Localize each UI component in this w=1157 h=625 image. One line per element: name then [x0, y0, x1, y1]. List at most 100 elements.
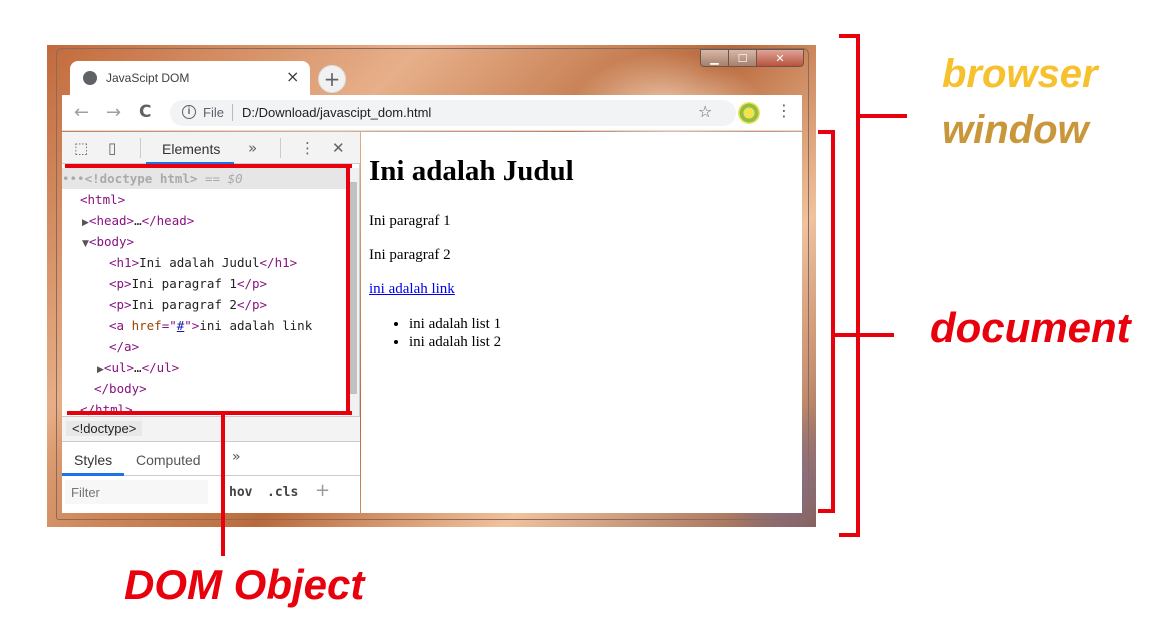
p-close-tag: </p>	[236, 276, 268, 291]
dom-node-ul[interactable]: ▶<ul>…</ul>	[97, 357, 179, 378]
dom-node-p1[interactable]: <p>Ini paragraf 1</p>	[109, 273, 267, 294]
head-ellipsis: …	[134, 213, 142, 228]
body-open-tag: <body>	[88, 234, 135, 249]
dom-node-head[interactable]: ▶<head>…</head>	[82, 210, 194, 231]
new-tab-button[interactable]: +	[318, 65, 346, 93]
device-toolbar-icon[interactable]: ▯	[108, 139, 116, 157]
breadcrumb: <!doctype>	[62, 416, 360, 442]
breadcrumb-item-doctype[interactable]: <!doctype>	[66, 421, 143, 436]
dom-node-a-close[interactable]: </a>	[109, 336, 139, 357]
forward-icon[interactable]: →	[106, 102, 121, 123]
dom-node-h1[interactable]: <h1>Ini adalah Judul</h1>	[109, 252, 297, 273]
p1-text: Ini paragraf 1	[131, 276, 237, 291]
page-paragraph-2: Ini paragraf 2	[369, 247, 451, 263]
h1-close-tag: </h1>	[259, 255, 298, 270]
head-open-tag: <head>	[88, 213, 135, 228]
globe-icon	[83, 71, 97, 85]
new-style-rule-icon[interactable]: +	[315, 480, 330, 501]
head-close-tag: </head>	[141, 213, 195, 228]
page-viewport: Ini adalah Judul Ini paragraf 1 Ini para…	[361, 132, 802, 513]
dom-node-a[interactable]: <a href="#">ini adalah link	[109, 315, 312, 336]
body-close-tag: </body>	[94, 381, 147, 396]
a-text: ini adalah link	[199, 318, 313, 333]
ellipsis-icon: •••	[62, 171, 85, 186]
html-open-tag: <html>	[80, 192, 126, 207]
inspect-element-icon[interactable]: ⬚	[74, 139, 88, 157]
attr-equals: ="	[161, 318, 177, 333]
dom-box-bottom-edge	[67, 411, 352, 415]
hov-toggle[interactable]: hov	[229, 485, 252, 500]
tab-title: JavaScipt DOM	[106, 71, 190, 85]
document-label: document	[930, 304, 1131, 351]
dom-box-right-edge	[346, 164, 350, 414]
close-window-button[interactable]: ✕	[757, 50, 803, 66]
window-controls: ▁ ☐ ✕	[700, 49, 804, 67]
dom-pointer-line	[221, 413, 225, 556]
page-list: ini adalah list 1 ini adalah list 2	[409, 315, 501, 351]
browser-toolbar: ← → C i File D:/Download/javascipt_dom.h…	[62, 95, 802, 131]
browser-tab[interactable]: JavaScipt DOM ×	[70, 61, 310, 95]
profile-avatar[interactable]	[738, 102, 760, 124]
ul-open-tag: <ul>	[103, 360, 135, 375]
browser-bracket-tick	[859, 114, 907, 118]
browser-window-label-line1: browser	[942, 52, 1098, 96]
dom-node-p2[interactable]: <p>Ini paragraf 2</p>	[109, 294, 267, 315]
document-bracket-bottom	[818, 509, 835, 513]
devtools-close-icon[interactable]: ✕	[332, 139, 345, 157]
minimize-button[interactable]: ▁	[701, 50, 729, 66]
info-icon[interactable]: i	[182, 105, 196, 119]
styles-tabbar: Styles Computed »	[62, 442, 360, 476]
dom-node-body[interactable]: ▼<body>	[82, 231, 134, 252]
expand-triangle-icon[interactable]: ▶	[82, 218, 89, 228]
styles-filter-input[interactable]	[65, 480, 208, 504]
attr-end: ">	[184, 318, 200, 333]
devtools-toolbar: ⬚ ▯ Elements » ⋮ ✕	[62, 132, 360, 164]
maximize-button[interactable]: ☐	[729, 50, 757, 66]
collapse-triangle-icon[interactable]: ▼	[82, 239, 89, 249]
dom-node-html[interactable]: <html>	[80, 189, 125, 210]
dom-node-body-close[interactable]: </body>	[94, 378, 147, 399]
toolbar-divider	[280, 138, 281, 158]
more-panes-icon[interactable]: »	[232, 449, 241, 465]
browser-window-label-line2: window	[942, 108, 1089, 152]
address-bar[interactable]: i File D:/Download/javascipt_dom.html ☆	[170, 100, 736, 126]
p-open-tag: <p>	[109, 276, 132, 291]
p-close-tag: </p>	[236, 297, 268, 312]
selected-marker: == $0	[197, 171, 243, 186]
expand-triangle-icon[interactable]: ▶	[97, 365, 104, 375]
doctype-text: <!doctype html>	[84, 171, 198, 186]
url-separator	[232, 104, 233, 121]
tab-styles[interactable]: Styles	[74, 452, 112, 468]
styles-filter-row: hov .cls +	[62, 476, 360, 513]
dom-box-top-edge	[65, 164, 352, 168]
back-icon[interactable]: ←	[74, 102, 89, 123]
browser-bracket-spine	[856, 34, 860, 537]
cls-toggle[interactable]: .cls	[267, 485, 298, 500]
scrollbar-thumb[interactable]	[350, 182, 357, 394]
dom-tree: •••<!doctype html> == $0 <html> ▶<head>……	[62, 168, 348, 416]
browser-menu-icon[interactable]: ⋮	[776, 101, 792, 120]
tab-computed[interactable]: Computed	[136, 452, 201, 468]
url-scheme-label: File	[203, 105, 224, 120]
a-close-tag: </a>	[109, 339, 140, 354]
list-item: ini adalah list 1	[409, 315, 501, 333]
h1-text: Ini adalah Judul	[139, 255, 260, 270]
bookmark-star-icon[interactable]: ☆	[698, 102, 712, 121]
url-text[interactable]: D:/Download/javascipt_dom.html	[242, 105, 431, 120]
tab-elements[interactable]: Elements	[162, 141, 220, 157]
more-tabs-icon[interactable]: »	[248, 139, 257, 157]
dom-node-doctype[interactable]: •••<!doctype html> == $0	[62, 168, 348, 189]
tab-close-icon[interactable]: ×	[286, 67, 299, 86]
page-paragraph-1: Ini paragraf 1	[369, 213, 451, 229]
devtools-menu-icon[interactable]: ⋮	[300, 139, 315, 157]
page-link[interactable]: ini adalah link	[369, 281, 455, 298]
browser-bracket-bottom	[839, 533, 860, 537]
ul-close-tag: </ul>	[141, 360, 180, 375]
href-attr-name: href	[131, 318, 162, 333]
document-bracket-spine	[831, 130, 835, 513]
list-item: ini adalah list 2	[409, 333, 501, 351]
ul-ellipsis: …	[134, 360, 142, 375]
p2-text: Ini paragraf 2	[131, 297, 237, 312]
h1-open-tag: <h1>	[109, 255, 140, 270]
reload-icon[interactable]: C	[139, 102, 151, 122]
